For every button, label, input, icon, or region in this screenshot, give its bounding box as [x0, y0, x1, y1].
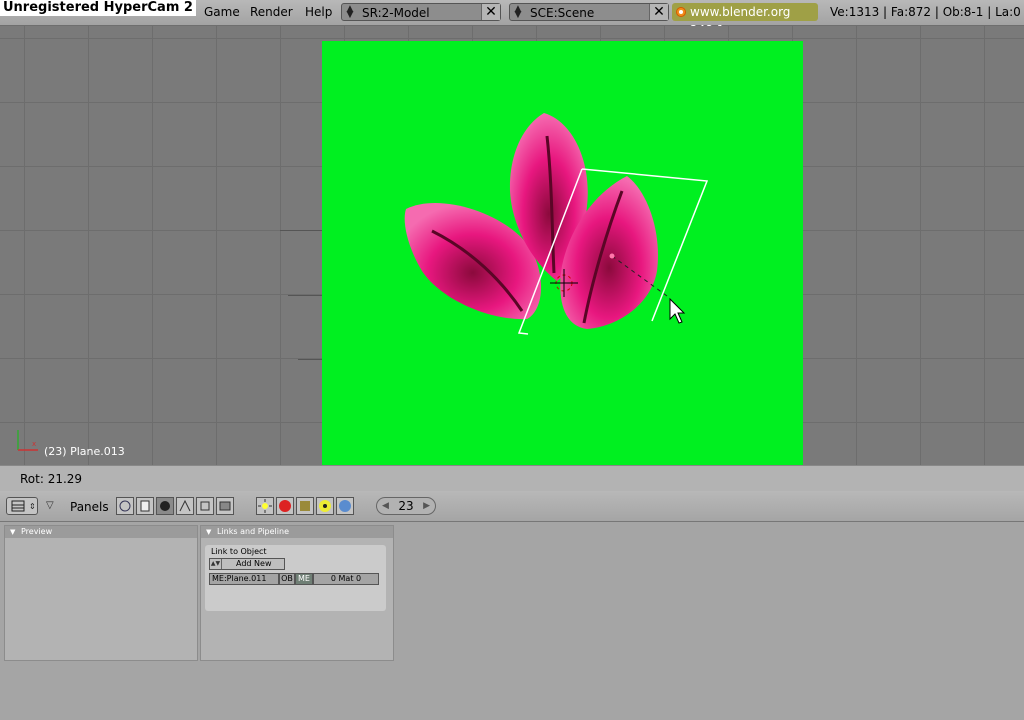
panels-label: Panels	[70, 500, 109, 514]
view-axes-icon: x	[17, 430, 38, 451]
logic-icon	[119, 500, 131, 512]
material-index-field[interactable]: 0 Mat 0	[313, 573, 379, 585]
mesh-link-row: ME:Plane.011 OB ME 0 Mat 0	[209, 573, 379, 585]
shading-sphere-icon	[160, 501, 170, 511]
logic-context-button[interactable]	[116, 497, 134, 515]
screen-name[interactable]: SR:2-Model	[362, 6, 430, 20]
lamp-subcontext-button[interactable]	[256, 497, 274, 515]
texture-subcontext-button[interactable]	[296, 497, 314, 515]
close-scene-icon[interactable]: ✕	[649, 4, 668, 20]
scene-selector[interactable]: ▲ ▼ SCE:Scene ✕	[509, 3, 669, 21]
window-type-icon: ⇕	[11, 500, 36, 512]
add-new-label[interactable]: Add New	[236, 559, 271, 569]
increment-arrow-icon[interactable]: ▶	[423, 498, 430, 514]
buttons-window: Preview Links and Pipeline Link to Objec…	[0, 522, 1024, 720]
texture-icon	[300, 501, 310, 511]
editing-context-button[interactable]	[196, 497, 214, 515]
material-sphere-icon	[279, 500, 291, 512]
lamp-icon	[258, 499, 272, 513]
menu-help[interactable]: Help	[305, 5, 332, 19]
3d-viewport[interactable]: x (23) Plane.013	[0, 26, 1024, 465]
watermark: Unregistered HyperCam 2	[0, 0, 196, 16]
links-panel-body: Link to Object ▲▼ Add New ME:Plane.011 O…	[205, 545, 386, 611]
svg-text:⇕: ⇕	[29, 502, 36, 511]
active-object-info: (23) Plane.013	[44, 445, 125, 458]
world-globe-icon	[339, 500, 351, 512]
preview-panel: Preview	[4, 525, 198, 661]
camera-render-view[interactable]	[322, 41, 803, 465]
window-type-button[interactable]: ⇕	[6, 497, 38, 515]
ob-toggle[interactable]: OB	[279, 573, 295, 585]
object-context-button[interactable]	[176, 497, 194, 515]
radiosity-subcontext-button[interactable]	[316, 497, 334, 515]
petals-mesh[interactable]	[322, 41, 803, 465]
updown-arrow-icon[interactable]: ▲ ▼	[513, 5, 523, 20]
me-toggle[interactable]: ME	[295, 573, 313, 585]
blender-logo-icon	[676, 7, 686, 17]
menu-game[interactable]: Game	[204, 5, 240, 19]
scene-image-icon	[219, 501, 231, 511]
add-new-button[interactable]: ▲▼ Add New	[209, 558, 285, 570]
links-panel-header[interactable]: Links and Pipeline	[201, 526, 393, 538]
editing-square-icon	[200, 501, 210, 511]
mesh-name-field[interactable]: ME:Plane.011	[209, 573, 279, 585]
frame-number[interactable]: 23	[398, 499, 413, 513]
preview-panel-header[interactable]: Preview	[5, 526, 197, 538]
links-pipeline-panel: Links and Pipeline Link to Object ▲▼ Add…	[200, 525, 394, 661]
scene-context-button[interactable]	[216, 497, 234, 515]
rotation-readout: Rot: 21.29	[20, 472, 83, 486]
object-axis-icon	[179, 499, 191, 512]
link-to-object-label: Link to Object	[211, 547, 267, 556]
radiosity-icon	[319, 500, 331, 512]
script-context-button[interactable]	[136, 497, 154, 515]
website-label: www.blender.org 248.1	[672, 3, 818, 37]
svg-text:x: x	[32, 440, 36, 448]
updown-arrow-icon[interactable]: ▲ ▼	[345, 5, 355, 20]
menu-render[interactable]: Render	[250, 5, 293, 19]
top-header: Unregistered HyperCam 2 File Add Timelin…	[0, 0, 1024, 37]
collapse-menu-icon[interactable]: ▽	[46, 500, 54, 511]
decrement-arrow-icon[interactable]: ◀	[382, 498, 389, 514]
shading-context-button[interactable]	[156, 497, 174, 515]
scene-stats: Ve:1313 | Fa:872 | Ob:8-1 | La:0	[830, 5, 1021, 19]
status-line: Rot: 21.29	[0, 465, 1024, 492]
browse-arrow-icon[interactable]: ▲▼	[210, 559, 222, 569]
material-subcontext-button[interactable]	[276, 497, 294, 515]
close-screen-icon[interactable]: ✕	[481, 4, 500, 20]
screen-selector[interactable]: ▲ ▼ SR:2-Model ✕	[341, 3, 501, 21]
world-subcontext-button[interactable]	[336, 497, 354, 515]
scene-name[interactable]: SCE:Scene	[530, 6, 594, 20]
frame-number-field[interactable]: ◀ 23 ▶	[376, 497, 436, 515]
mouse-pointer-icon	[669, 297, 686, 324]
buttons-window-header: ⇕ ▽ Panels ◀ 23 ▶	[0, 491, 1024, 522]
script-icon	[140, 500, 150, 512]
